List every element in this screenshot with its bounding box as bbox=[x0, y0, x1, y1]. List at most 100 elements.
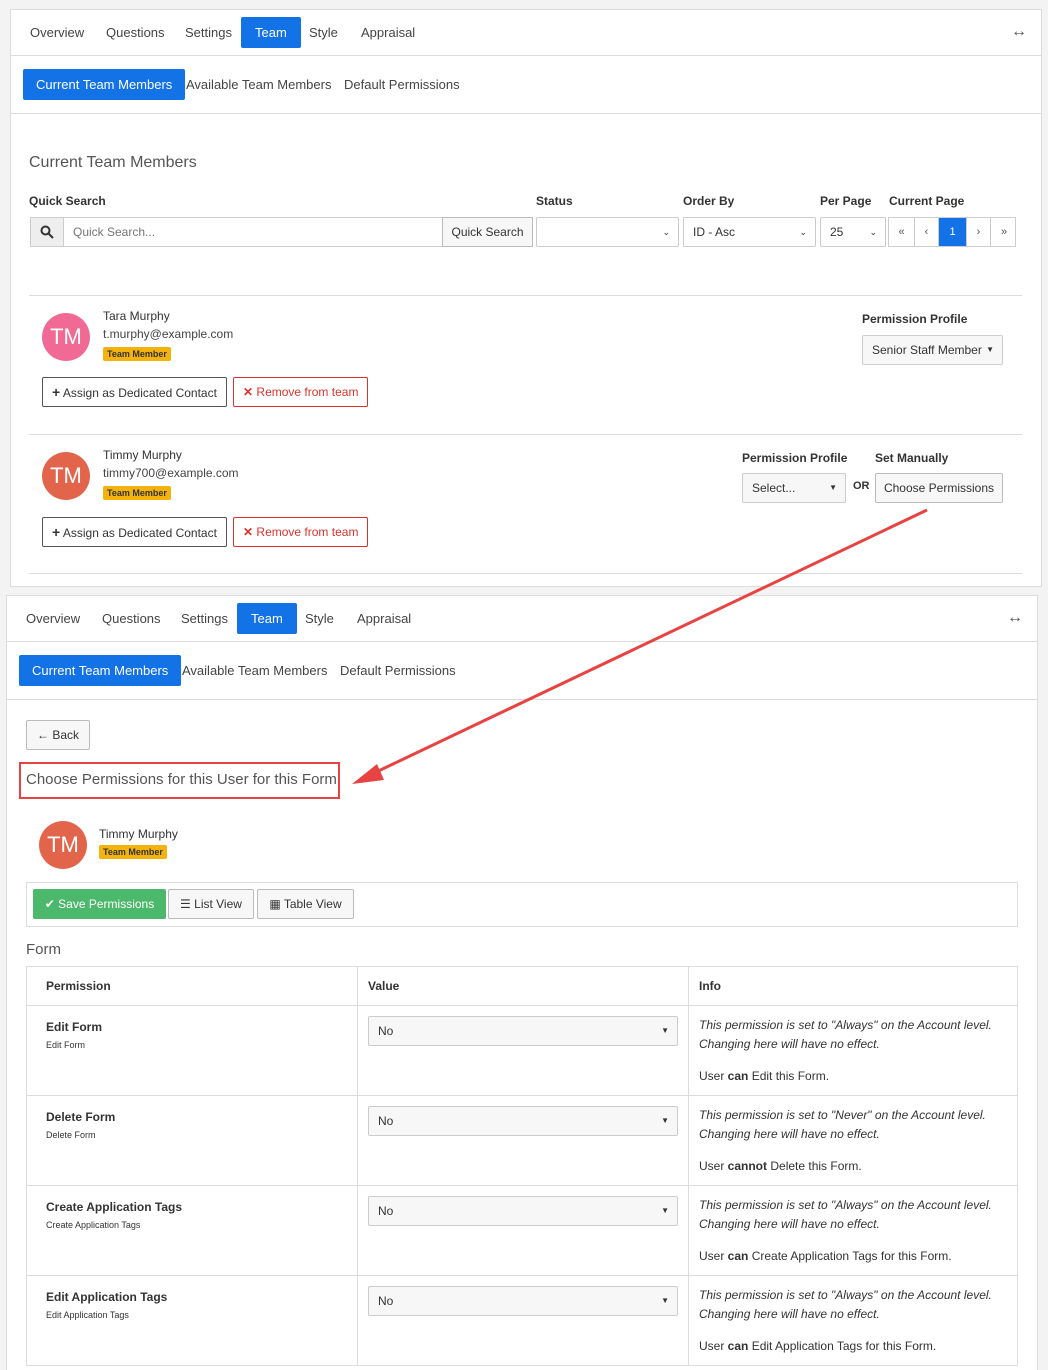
save-permissions-button[interactable]: ✔ Save Permissions bbox=[33, 889, 166, 919]
info-cell: This permission is set to "Never" on the… bbox=[688, 1095, 1018, 1186]
list-view-label: List View bbox=[194, 897, 242, 911]
permission-value-select[interactable]: No ▼ bbox=[368, 1286, 678, 1316]
caret-down-icon: ▼ bbox=[661, 1116, 669, 1125]
set-manually-label: Set Manually bbox=[875, 451, 949, 465]
value-cell: No ▼ bbox=[357, 1095, 689, 1186]
info-strong: can bbox=[727, 1249, 749, 1263]
permission-value: No bbox=[378, 1204, 394, 1218]
info-line: This permission is set to "Always" on th… bbox=[699, 1018, 992, 1032]
save-label: Save Permissions bbox=[58, 897, 155, 911]
table-view-button[interactable]: ▦ Table View bbox=[257, 889, 354, 919]
subtab-current-team-members[interactable]: Current Team Members bbox=[23, 69, 186, 100]
tab-style[interactable]: Style bbox=[295, 17, 352, 48]
choose-permissions-button[interactable]: Choose Permissions bbox=[875, 473, 1003, 503]
table-row: Edit Form Edit Form No ▼ This permission… bbox=[26, 1005, 1018, 1096]
info-pre: User bbox=[699, 1069, 728, 1083]
list-view-button[interactable]: ☰ List View bbox=[168, 889, 254, 919]
caret-down-icon: ▼ bbox=[661, 1296, 669, 1305]
member-email: timmy700@example.com bbox=[103, 466, 239, 480]
remove-from-team-button[interactable]: ✕ Remove from team bbox=[233, 517, 369, 547]
permission-value-select[interactable]: No ▼ bbox=[368, 1196, 678, 1226]
member-email: t.murphy@example.com bbox=[103, 327, 234, 341]
caret-down-icon: ▼ bbox=[986, 345, 994, 354]
permission-value-select[interactable]: No ▼ bbox=[368, 1106, 678, 1136]
tab-overview[interactable]: Overview bbox=[12, 603, 94, 634]
remove-label: Remove from team bbox=[256, 525, 359, 539]
subtab-available-team-members[interactable]: Available Team Members bbox=[169, 655, 340, 686]
info-post: Delete this Form. bbox=[767, 1159, 862, 1173]
chevron-down-icon: ⌄ bbox=[662, 227, 670, 237]
remove-label: Remove from team bbox=[256, 385, 359, 399]
user-name: Timmy Murphy bbox=[99, 827, 178, 841]
permission-value-select[interactable]: No ▼ bbox=[368, 1016, 678, 1046]
tab-style[interactable]: Style bbox=[291, 603, 348, 634]
next-page-button[interactable]: › bbox=[967, 218, 991, 246]
info-line: This permission is set to "Never" on the… bbox=[699, 1108, 986, 1122]
status-label: Status bbox=[536, 194, 573, 208]
tab-overview[interactable]: Overview bbox=[16, 17, 98, 48]
tab-questions[interactable]: Questions bbox=[92, 17, 179, 48]
section-heading: Current Team Members bbox=[29, 154, 197, 171]
sub-tabs: Current Team Members Available Team Memb… bbox=[11, 56, 1041, 114]
tab-appraisal[interactable]: Appraisal bbox=[347, 17, 429, 48]
last-page-button[interactable]: » bbox=[991, 218, 1017, 246]
first-page-button[interactable]: « bbox=[889, 218, 915, 246]
tab-settings[interactable]: Settings bbox=[171, 17, 246, 48]
divider bbox=[29, 295, 1022, 296]
permission-cell: Edit Application Tags Edit Application T… bbox=[26, 1275, 358, 1366]
assign-dedicated-contact-button[interactable]: + Assign as Dedicated Contact bbox=[42, 517, 227, 547]
main-tabs: Overview Questions Settings Team Style A… bbox=[7, 596, 1037, 642]
subtab-default-permissions[interactable]: Default Permissions bbox=[327, 655, 469, 686]
divider bbox=[29, 434, 1022, 435]
tab-appraisal[interactable]: Appraisal bbox=[343, 603, 425, 634]
remove-from-team-button[interactable]: ✕ Remove from team bbox=[233, 377, 369, 407]
column-header: Permission bbox=[26, 966, 358, 1006]
info-line: This permission is set to "Always" on th… bbox=[699, 1288, 992, 1302]
expand-icon[interactable]: ↔ bbox=[1011, 23, 1027, 41]
top-panel: Overview Questions Settings Team Style A… bbox=[10, 9, 1042, 587]
caret-down-icon: ▼ bbox=[661, 1026, 669, 1035]
info-line: Changing here will have no effect. bbox=[699, 1217, 880, 1231]
expand-icon[interactable]: ↔ bbox=[1007, 609, 1023, 627]
info-pre: User bbox=[699, 1339, 728, 1353]
pagination: « ‹ 1 › » bbox=[888, 217, 1016, 247]
subtab-available-team-members[interactable]: Available Team Members bbox=[173, 69, 344, 100]
chevron-down-icon: ⌄ bbox=[869, 227, 877, 237]
value-cell: No ▼ bbox=[357, 1275, 689, 1366]
order-by-select[interactable]: ID - Asc ⌄ bbox=[683, 217, 816, 247]
chevron-down-icon: ⌄ bbox=[799, 227, 807, 237]
table-row: Edit Application Tags Edit Application T… bbox=[26, 1275, 1018, 1366]
per-page-value: 25 bbox=[830, 225, 844, 239]
permission-cell: Create Application Tags Create Applicati… bbox=[26, 1185, 358, 1276]
permission-profile-select[interactable]: Senior Staff Member ▼ bbox=[862, 335, 1003, 365]
tab-settings[interactable]: Settings bbox=[167, 603, 242, 634]
info-cell: This permission is set to "Always" on th… bbox=[688, 1185, 1018, 1276]
status-select[interactable]: ⌄ bbox=[536, 217, 679, 247]
per-page-select[interactable]: 25 ⌄ bbox=[820, 217, 886, 247]
plus-icon: + bbox=[52, 384, 61, 400]
subtab-current-team-members[interactable]: Current Team Members bbox=[19, 655, 182, 686]
permission-profile-label: Permission Profile bbox=[742, 451, 848, 465]
info-cell: This permission is set to "Always" on th… bbox=[688, 1275, 1018, 1366]
info-strong: can bbox=[727, 1339, 749, 1353]
tab-questions[interactable]: Questions bbox=[88, 603, 175, 634]
quick-search-button[interactable]: Quick Search bbox=[442, 217, 533, 247]
status-badge: Team Member bbox=[103, 347, 171, 361]
tab-team[interactable]: Team bbox=[241, 17, 301, 48]
column-header: Info bbox=[688, 966, 1018, 1006]
permission-profile-select[interactable]: Select... ▼ bbox=[742, 473, 846, 503]
info-post: Edit this Form. bbox=[748, 1069, 830, 1083]
subtab-default-permissions[interactable]: Default Permissions bbox=[331, 69, 473, 100]
permission-profile-value: Select... bbox=[752, 481, 796, 495]
form-section-heading: Form bbox=[26, 941, 61, 958]
column-header: Value bbox=[357, 966, 689, 1006]
back-button[interactable]: ← Back bbox=[26, 720, 90, 750]
search-input[interactable] bbox=[63, 217, 443, 247]
sub-tabs: Current Team Members Available Team Memb… bbox=[7, 642, 1037, 700]
assign-dedicated-contact-button[interactable]: + Assign as Dedicated Contact bbox=[42, 377, 227, 407]
table-row: Delete Form Delete Form No ▼ This permis… bbox=[26, 1095, 1018, 1186]
tab-team[interactable]: Team bbox=[237, 603, 297, 634]
prev-page-button[interactable]: ‹ bbox=[915, 218, 939, 246]
page-1-button[interactable]: 1 bbox=[939, 218, 967, 246]
back-label: Back bbox=[52, 728, 80, 742]
